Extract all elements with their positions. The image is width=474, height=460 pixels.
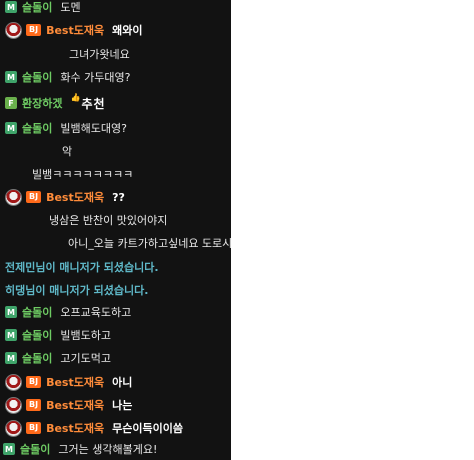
bj-avatar-icon[interactable] — [5, 373, 22, 391]
chat-message-continuation: 냉삼은 반찬이 맛있어야지 — [5, 210, 229, 230]
manager-badge: M — [5, 306, 17, 318]
bj-badge: BJ — [26, 191, 42, 203]
message-text: 빌뱀도하고 — [60, 329, 111, 342]
bj-nickname[interactable]: Best도재욱 — [46, 189, 104, 205]
message-text: 화수 가두대영? — [60, 71, 131, 84]
chat-message-continuation: 악 — [5, 141, 229, 161]
message-text: 빌뱀해도대영? — [60, 122, 127, 135]
manager-badge: M — [5, 329, 17, 341]
system-text: 전제민님이 매니저가 되셨습니다. — [5, 261, 159, 274]
manager-badge: M — [5, 71, 17, 83]
system-message: 히댕님이 매니저가 되셨습니다. — [5, 280, 229, 300]
message-text: 도멘 — [60, 1, 81, 14]
chat-message: BJ Best도재욱 ?? — [5, 187, 229, 207]
chat-message-continuation: 그녀가왓네요 — [5, 44, 229, 64]
bj-nickname[interactable]: Best도재욱 — [46, 397, 104, 413]
chat-panel[interactable]: M 슬돌이 도멘 BJ Best도재욱 왜와이 그녀가왓네요 M 슬돌이 화수 … — [0, 0, 231, 460]
bj-nickname[interactable]: Best도재욱 — [46, 374, 104, 390]
message-text: 악 — [62, 145, 73, 158]
message-text: 무슨이득이이씀 — [112, 422, 183, 435]
bj-badge: BJ — [26, 422, 42, 434]
message-text: 빌뱀ㅋㅋㅋㅋㅋㅋㅋㅋ — [32, 168, 134, 181]
bj-nickname[interactable]: Best도재욱 — [46, 22, 104, 38]
bj-badge: BJ — [26, 399, 42, 411]
bj-avatar-icon[interactable] — [5, 21, 22, 39]
system-message: 전제민님이 매니저가 되셨습니다. — [5, 257, 229, 277]
message-text: 고기도먹고 — [60, 352, 111, 365]
message-text: 그녀가왓네요 — [69, 48, 130, 61]
user-nickname[interactable]: 환장하겠 — [22, 95, 62, 111]
chat-message: BJ Best도재욱 나는 — [5, 395, 229, 415]
chat-message: M 슬돌이 빌뱀해도대영? — [5, 118, 229, 138]
chat-message: M 슬돌이 오프교육도하고 — [5, 302, 229, 322]
chat-message: BJ Best도재욱 왜와이 — [5, 20, 229, 40]
message-text: ?? — [112, 190, 125, 204]
bj-avatar-icon[interactable] — [5, 396, 22, 414]
chat-message: M 슬돌이 빌뱀도하고 — [5, 325, 229, 345]
message-text: 그거는 생각해볼게요! — [58, 443, 158, 456]
message-text: 냉삼은 반찬이 맛있어야지 — [49, 214, 168, 227]
user-nickname[interactable]: 슬돌이 — [22, 69, 52, 85]
system-text: 히댕님이 매니저가 되셨습니다. — [5, 284, 149, 297]
user-nickname[interactable]: 슬돌이 — [22, 350, 52, 366]
user-nickname[interactable]: 슬돌이 — [22, 120, 52, 136]
user-nickname[interactable]: 슬돌이 — [22, 0, 52, 15]
user-nickname[interactable]: 슬돌이 — [22, 304, 52, 320]
thumb-up-icon: 👍 — [70, 92, 81, 102]
message-text: 왜와이 — [112, 24, 143, 37]
chat-message: M 슬돌이 화수 가두대영? — [5, 67, 229, 87]
chat-message: F 환장하겠 👍 추천 — [5, 92, 229, 114]
chat-message: M 슬돌이 그거는 생각해볼게요! — [3, 439, 229, 459]
bj-badge: BJ — [26, 376, 42, 388]
chat-message: M 슬돌이 도멘 — [5, 0, 229, 17]
chat-message: M 슬돌이 고기도먹고 — [5, 348, 229, 368]
bj-avatar-icon[interactable] — [5, 188, 22, 206]
fan-badge: F — [5, 97, 17, 109]
chat-message: BJ Best도재욱 아니 — [5, 372, 229, 392]
message-text: 아니 — [112, 376, 133, 389]
manager-badge: M — [5, 1, 17, 13]
message-text: 아니_오늘 카트가하고싶네요 도로시 — [68, 237, 231, 250]
recommend-stamp: 추천 — [81, 96, 106, 111]
message-text: 오프교육도하고 — [60, 306, 132, 319]
manager-badge: M — [3, 443, 15, 455]
chat-message-continuation: 아니_오늘 카트가하고싶네요 도로시 — [5, 233, 231, 253]
bj-nickname[interactable]: Best도재욱 — [46, 420, 104, 436]
user-nickname[interactable]: 슬돌이 — [20, 441, 50, 457]
bj-badge: BJ — [26, 24, 42, 36]
manager-badge: M — [5, 122, 17, 134]
user-nickname[interactable]: 슬돌이 — [22, 327, 52, 343]
manager-badge: M — [5, 352, 17, 364]
message-text: 나는 — [112, 399, 133, 412]
bj-avatar-icon[interactable] — [5, 419, 22, 437]
chat-message-continuation: 빌뱀ㅋㅋㅋㅋㅋㅋㅋㅋ — [5, 164, 229, 184]
chat-message: BJ Best도재욱 무슨이득이이씀 — [5, 418, 229, 438]
